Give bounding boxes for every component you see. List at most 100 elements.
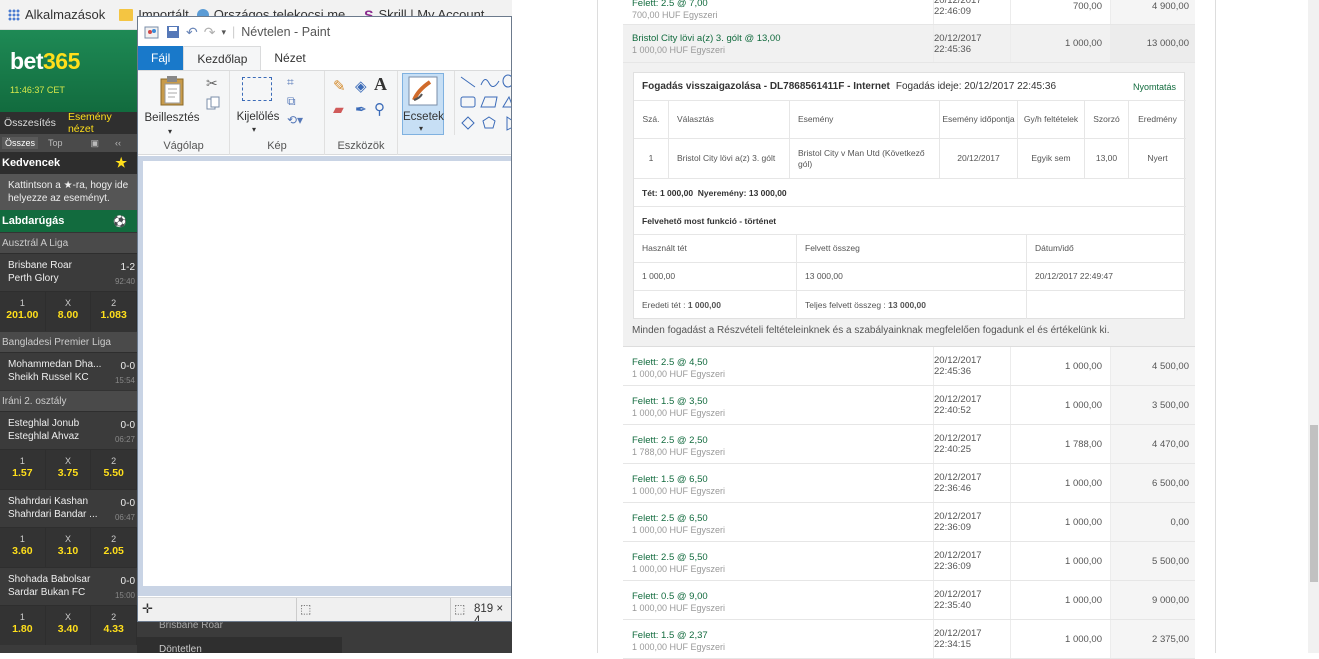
canvas-area [138,156,511,596]
tab-file[interactable]: Fájl [138,46,184,70]
odds-button[interactable]: X 3.75 [45,450,92,489]
paste-icon[interactable] [158,75,188,107]
undo-icon[interactable]: ↶ [186,24,198,41]
print-link[interactable]: Nyomtatás [1133,82,1176,92]
bet-row[interactable]: Felett: 2.5 @ 6,50 1 000,00 HUF Egyszeri 2… [623,503,1195,542]
match-item[interactable]: Shohada Babolsar Sardar Bukan FC 0-0 15:00 [0,567,137,605]
bet365-logo[interactable]: bet365 [10,48,127,75]
cut-icon[interactable]: ✂ [206,75,218,92]
bet-row[interactable]: Felett: 1.5 @ 3,50 1 000,00 HUF Egyszeri 2… [623,386,1195,425]
favourites-header[interactable]: Kedvencek ★ [0,152,137,174]
cashout-stake: 1 000,00 [642,271,676,281]
odds-button[interactable]: 1 1.80 [0,606,46,645]
magnifier-icon[interactable]: ⚲ [374,100,385,118]
odds-button[interactable]: 2 4.33 [91,606,137,645]
sport-title: Labdarúgás [2,215,65,227]
odds-button[interactable]: 2 2.05 [91,528,137,567]
tab-event-view[interactable]: Esemény nézet [68,111,137,135]
tab-home[interactable]: Kezdőlap [183,46,262,70]
video-icon[interactable]: ▣ [91,138,100,149]
quick-access-dropdown-icon[interactable]: ▾ [221,27,226,38]
match-item[interactable]: Brisbane Roar Perth Glory 1-2 92:40 [0,253,137,291]
bet-row[interactable]: Felett: 2.5 @ 4,50 1 000,00 HUF Egyszeri 2… [623,347,1195,386]
brushes-button[interactable]: Ecsetek ▾ [402,73,444,135]
paste-button[interactable]: Beillesztés [144,112,200,124]
redo-icon[interactable]: ↷ [204,24,216,41]
odds-button[interactable]: X 8.00 [45,292,92,331]
bet-selection: Felett: 2.5 @ 6,50 [632,513,708,524]
sport-header[interactable]: Labdarúgás ⚽ [0,210,137,232]
receipt-odds: 13,00 [1084,139,1128,178]
shapes-gallery[interactable] [454,71,511,135]
bottom-item[interactable]: Döntetlen [159,644,202,655]
apps-bookmark[interactable]: Alkalmazások [8,7,105,22]
rotate-icon[interactable]: ⟲▾ [287,113,303,127]
save-icon[interactable] [166,25,180,39]
bet-stake: 1 000,00 [1010,464,1110,502]
home-team: Mohammedan Dha... [8,359,102,370]
logo-main: bet [10,48,44,74]
cashout-col: Dátum/idő [1026,235,1186,262]
select-dropdown-icon[interactable]: ▾ [252,125,256,134]
bet-row[interactable]: Felett: 0.5 @ 9,00 1 000,00 HUF Egyszeri 2… [623,581,1195,620]
tab-summary[interactable]: Összesítés [4,117,56,129]
bet-row[interactable]: Felett: 2.5 @ 2,50 1 788,00 HUF Egyszeri 2… [623,425,1195,464]
cashout-row: 1 000,00 13 000,00 20/12/2017 22:49:47 [634,263,1186,291]
bet-row[interactable]: Felett: 1.5 @ 6,50 1 000,00 HUF Egyszeri 2… [623,464,1195,503]
odds-value: 5.50 [103,467,124,479]
text-icon[interactable]: A [374,74,387,95]
fill-icon[interactable]: ◈ [355,77,367,95]
league-header[interactable]: Ausztrál A Liga [0,232,137,253]
total-cashout: Teljes felvett összeg : 13 000,00 [796,291,1026,319]
collapse-icon[interactable]: ‹‹ [115,138,121,148]
odds-button[interactable]: X 3.10 [45,528,92,567]
tools-group-label: Eszközök [337,140,385,152]
odds-label: 1 [19,612,25,622]
odds-button[interactable]: 1 3.60 [0,528,46,567]
tab-view[interactable]: Nézet [261,46,318,70]
filter-all[interactable]: Összes [2,137,39,149]
odds-button[interactable]: 1 1.57 [0,450,46,489]
clipboard-group: Beillesztés ▾ ✂ Vágólap [138,71,230,155]
odds-button[interactable]: 2 1.083 [91,292,137,331]
match-item[interactable]: Esteghlal Jonub Esteghlal Ahvaz 0-0 06:27 [0,411,137,449]
bet-selection: Bristol City lövi a(z) 3. gólt @ 13,00 [632,33,781,44]
bet-row-expanded[interactable]: Bristol City lövi a(z) 3. gólt @ 13,00 1… [623,25,1195,63]
bet-row[interactable]: Felett: 1.5 @ 2,37 1 000,00 HUF Egyszeri 2… [623,620,1195,659]
image-group: Kijelölés ▾ ⌗ ⧉ ⟲▾ Kép [230,71,325,155]
bet-stake: 1 000,00 [1010,347,1110,385]
eraser-icon[interactable]: ▰ [333,101,344,118]
color-picker-icon[interactable]: ✒ [355,101,367,118]
copy-icon[interactable] [206,96,220,110]
home-team: Esteghlal Jonub [8,418,80,429]
brushes-dropdown-icon: ▾ [419,124,424,133]
paste-dropdown-icon[interactable]: ▾ [168,127,172,136]
odds-button[interactable]: X 3.40 [45,606,92,645]
crop-icon[interactable]: ⌗ [287,75,294,90]
select-button[interactable]: Kijelölés [234,111,282,123]
league-header[interactable]: Iráni 2. osztály [0,390,137,411]
select-icon[interactable] [242,77,272,101]
paint-title: Névtelen - Paint [241,25,331,39]
filter-top[interactable]: Top [48,138,63,148]
resize-icon[interactable]: ⧉ [287,94,296,109]
bet-return: 3 500,00 [1110,386,1195,424]
match-item[interactable]: Shahrdari Kashan Shahrdari Bandar ... 0-0 0… [0,489,137,527]
pencil-icon[interactable]: ✎ [333,77,346,95]
status-separator [450,598,451,621]
bet-stake: 1 000,00 [1010,25,1110,62]
bet-date: 20/12/2017 22:45:36 [933,25,1010,62]
odds-button[interactable]: 2 5.50 [91,450,137,489]
odds-value: 3.40 [57,623,79,635]
cashout-col: Felvett összeg [796,235,1026,262]
paint-app-icon [144,26,159,39]
match-score: 0-0 [120,576,135,587]
match-item[interactable]: Mohammedan Dha... Sheikh Russel KC 0-0 15:5… [0,352,137,390]
drawing-canvas[interactable] [143,161,511,586]
bet-row[interactable]: Felett: 2.5 @ 7,00 700,00 HUF Egyszeri 2… [623,0,1195,25]
bet-row[interactable]: Felett: 2.5 @ 5,50 1 000,00 HUF Egyszeri 2… [623,542,1195,581]
league-header[interactable]: Bangladesi Premier Liga [0,331,137,352]
odds-button[interactable]: 1 201.00 [0,292,46,331]
scrollbar-thumb[interactable] [1310,425,1318,582]
bet-selection: Felett: 2.5 @ 7,00 [632,0,708,9]
